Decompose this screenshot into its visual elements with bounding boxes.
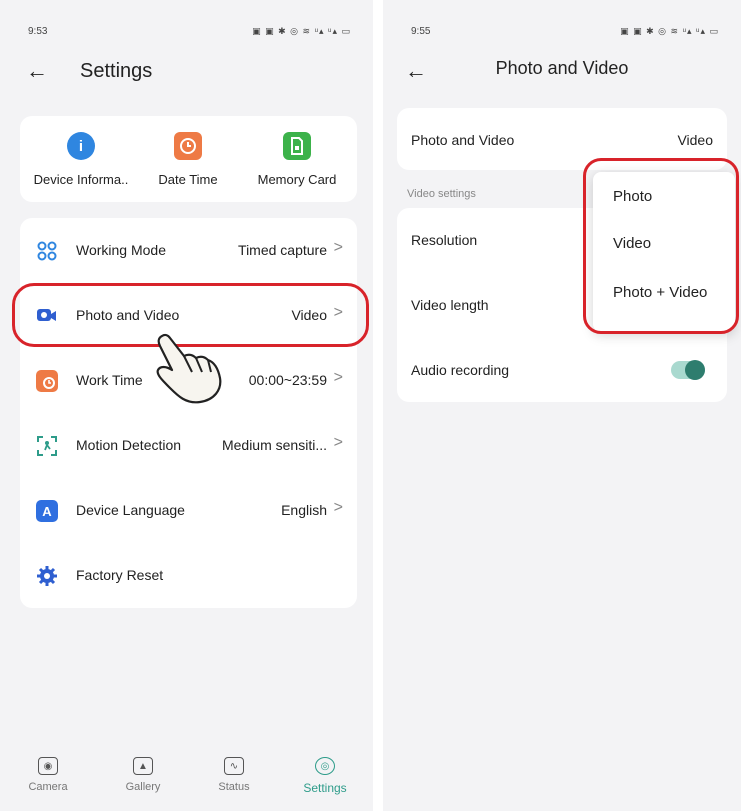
shortcut-device-information[interactable]: i Device Informa.. bbox=[26, 132, 136, 187]
chevron-right-icon: > bbox=[333, 239, 343, 256]
nav-label: Settings bbox=[303, 781, 347, 795]
row-photo-and-video[interactable]: Photo and Video Video bbox=[397, 108, 727, 170]
row-device-language[interactable]: A Device Language English > bbox=[20, 478, 357, 543]
nav-label: Gallery bbox=[125, 781, 161, 793]
dropdown-option-photo-video[interactable]: Photo + Video bbox=[613, 284, 707, 301]
nav-label: Status bbox=[218, 781, 250, 793]
row-value: Video bbox=[677, 132, 713, 148]
row-label: Factory Reset bbox=[76, 567, 164, 583]
shortcut-card: i Device Informa.. Date Time Memory Card bbox=[20, 116, 357, 202]
row-label: Resolution bbox=[411, 232, 478, 248]
row-label: Working Mode bbox=[76, 242, 167, 258]
nav-label: Camera bbox=[28, 781, 68, 793]
row-working-mode[interactable]: Working Mode Timed capture > bbox=[20, 218, 357, 283]
nav-status[interactable]: ∿ Status bbox=[199, 757, 269, 793]
photo-video-dropdown: Photo Video Photo + Video bbox=[593, 172, 735, 332]
row-label: Motion Detection bbox=[76, 437, 182, 453]
settings-header: ← Settings bbox=[0, 50, 373, 94]
shortcut-label: Date Time bbox=[158, 172, 218, 187]
row-value: Medium sensiti... bbox=[221, 437, 327, 453]
row-label: Audio recording bbox=[411, 362, 510, 378]
status-icons: ▣ ▣ ✱ ◎ ≋ ᵘ▴ ᵘ▴ ▭ bbox=[620, 26, 719, 36]
sd-card-icon bbox=[283, 132, 311, 160]
photo-video-header: ← Photo and Video bbox=[383, 50, 741, 94]
schedule-icon bbox=[36, 370, 58, 392]
chevron-right-icon: > bbox=[333, 369, 343, 386]
settings-list: Working Mode Timed capture > Photo and V… bbox=[20, 218, 357, 608]
row-audio-recording: Audio recording bbox=[397, 338, 727, 400]
row-label: Device Language bbox=[76, 502, 185, 518]
chevron-right-icon: > bbox=[333, 434, 343, 451]
status-time: 9:53 bbox=[28, 26, 48, 37]
toggle-knob bbox=[685, 360, 705, 380]
status-bar: 9:53 ▣ ▣ ✱ ◎ ≋ ᵘ▴ ᵘ▴ ▭ bbox=[0, 0, 373, 40]
dropdown-option-photo[interactable]: Photo bbox=[613, 188, 652, 205]
row-factory-reset[interactable]: Factory Reset bbox=[20, 543, 357, 608]
shortcut-label: Memory Card bbox=[257, 172, 337, 187]
dropdown-option-video[interactable]: Video bbox=[613, 235, 651, 252]
nav-settings[interactable]: ◎ Settings bbox=[290, 757, 360, 795]
row-value: Timed capture bbox=[238, 242, 327, 258]
shortcut-memory-card[interactable]: Memory Card bbox=[242, 132, 352, 187]
grid-icon bbox=[36, 240, 58, 262]
chevron-right-icon: > bbox=[333, 499, 343, 516]
clock-icon bbox=[174, 132, 202, 160]
nav-camera[interactable]: ◉ Camera bbox=[13, 757, 83, 793]
camera-icon: ◉ bbox=[38, 757, 58, 775]
row-label: Photo and Video bbox=[76, 307, 180, 323]
shortcut-date-time[interactable]: Date Time bbox=[133, 132, 243, 187]
camera-icon bbox=[36, 305, 58, 327]
pointing-hand-icon bbox=[148, 330, 228, 410]
gallery-icon: ▲ bbox=[133, 757, 153, 775]
row-label: Photo and Video bbox=[411, 132, 515, 148]
status-icons: ▣ ▣ ✱ ◎ ≋ ᵘ▴ ᵘ▴ ▭ bbox=[252, 26, 351, 36]
motion-icon bbox=[36, 435, 58, 457]
photo-video-card: Photo and Video Video bbox=[397, 108, 727, 170]
row-motion-detection[interactable]: Motion Detection Medium sensiti... > bbox=[20, 413, 357, 478]
page-title: Settings bbox=[80, 60, 153, 82]
language-icon: A bbox=[36, 500, 58, 522]
shortcut-label: Device Informa.. bbox=[33, 172, 129, 187]
row-value: English bbox=[281, 502, 327, 518]
row-value: Video bbox=[291, 307, 327, 323]
row-label: Work Time bbox=[76, 372, 143, 388]
back-arrow-icon[interactable]: ← bbox=[26, 58, 48, 84]
info-icon: i bbox=[67, 132, 95, 160]
nav-gallery[interactable]: ▲ Gallery bbox=[108, 757, 178, 793]
row-label: Video length bbox=[411, 297, 489, 313]
page-title: Photo and Video bbox=[495, 58, 629, 78]
status-bar: 9:55 ▣ ▣ ✱ ◎ ≋ ᵘ▴ ᵘ▴ ▭ bbox=[383, 0, 741, 40]
row-value: 00:00~23:59 bbox=[248, 372, 327, 388]
bottom-nav: ◉ Camera ▲ Gallery ∿ Status ◎ Settings bbox=[0, 749, 373, 811]
status-icon: ∿ bbox=[224, 757, 244, 775]
chevron-right-icon: > bbox=[333, 304, 343, 321]
status-time: 9:55 bbox=[411, 26, 431, 37]
audio-recording-toggle[interactable] bbox=[671, 360, 705, 380]
settings-icon: ◎ bbox=[315, 757, 335, 775]
section-label: Video settings bbox=[407, 188, 476, 200]
photo-and-video-screen: 9:55 ▣ ▣ ✱ ◎ ≋ ᵘ▴ ᵘ▴ ▭ ← Photo and Video… bbox=[383, 0, 741, 811]
settings-screen: 9:53 ▣ ▣ ✱ ◎ ≋ ᵘ▴ ᵘ▴ ▭ ← Settings i Devi… bbox=[0, 0, 373, 811]
reset-gear-icon bbox=[36, 565, 58, 587]
